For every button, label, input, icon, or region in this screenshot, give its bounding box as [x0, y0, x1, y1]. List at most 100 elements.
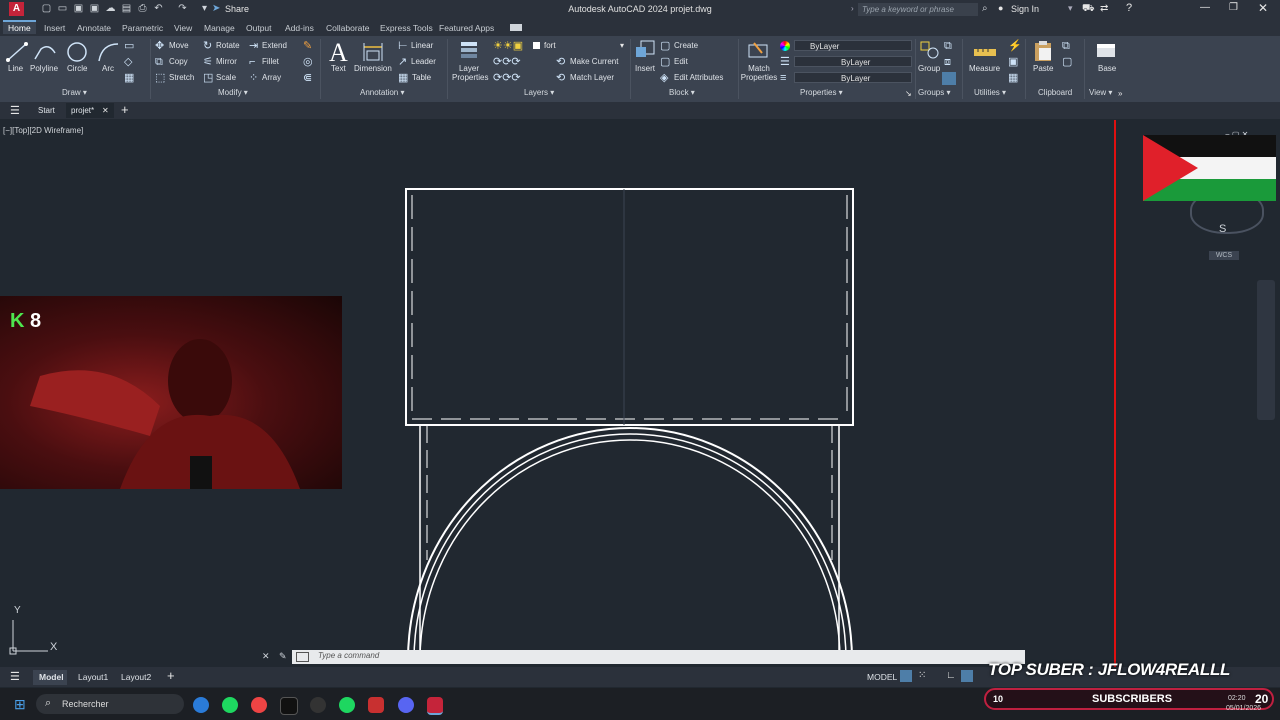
signin-dropdown-icon[interactable]: ▾	[1068, 3, 1073, 14]
wcs-menu[interactable]: WCS	[1209, 251, 1239, 260]
ungroup-icon[interactable]: ⧉	[944, 41, 952, 52]
insert-block-icon[interactable]	[633, 39, 657, 61]
layout-tab-layout1[interactable]: Layout1	[78, 672, 108, 682]
windows-start-icon[interactable]: ⊞	[14, 696, 26, 713]
extend-button[interactable]: Extend	[262, 41, 287, 50]
tab-view[interactable]: View	[174, 23, 192, 33]
chevron-right-icon[interactable]: ›	[851, 4, 854, 13]
command-line-input[interactable]	[292, 650, 1025, 664]
stretch-button[interactable]: Stretch	[169, 73, 194, 82]
circle-icon[interactable]	[65, 41, 89, 63]
tab-insert[interactable]: Insert	[44, 23, 65, 33]
arc-icon[interactable]	[96, 41, 120, 63]
grid-toggle-icon[interactable]	[900, 670, 912, 682]
groups-panel-title[interactable]: Groups ▾	[918, 88, 950, 97]
circle-button[interactable]: Circle	[67, 64, 87, 73]
edit-attributes-button[interactable]: Edit Attributes	[674, 73, 723, 82]
model-space-button[interactable]: MODEL	[867, 672, 897, 682]
layers-panel-title[interactable]: Layers ▾	[524, 88, 554, 97]
table-button[interactable]: Table	[412, 73, 431, 82]
edit-button[interactable]: Edit	[674, 57, 688, 66]
layer-dropdown-arrow-icon[interactable]: ▾	[620, 41, 624, 50]
copy-button[interactable]: Copy	[169, 57, 188, 66]
make-current-button[interactable]: Make Current	[570, 57, 618, 66]
block-panel-title[interactable]: Block ▾	[669, 88, 695, 97]
erase-icon[interactable]: ✎	[303, 41, 312, 52]
restore-icon[interactable]: ❐	[1229, 2, 1238, 13]
autocad-taskbar-icon[interactable]	[427, 697, 443, 715]
sign-in-link[interactable]: Sign In	[1011, 4, 1039, 14]
properties-panel-title[interactable]: Properties ▾	[800, 88, 843, 97]
tab-parametric[interactable]: Parametric	[122, 23, 163, 33]
spotify-2-icon[interactable]	[339, 697, 355, 713]
close-icon[interactable]: ✕	[1258, 1, 1268, 15]
panel-overflow-icon[interactable]: »	[1118, 89, 1122, 98]
tab-featured-apps[interactable]: Featured Apps	[439, 23, 494, 33]
linetype-dropdown[interactable]: ByLayer	[794, 56, 912, 67]
tiktok-icon[interactable]	[280, 697, 298, 715]
create-button[interactable]: Create	[674, 41, 698, 50]
modify-panel-title[interactable]: Modify ▾	[218, 88, 248, 97]
tab-express-tools[interactable]: Express Tools	[380, 23, 433, 33]
menu-icon[interactable]: ☰	[10, 104, 20, 117]
measure-icon[interactable]	[972, 41, 996, 63]
layer-dropdown[interactable]: fort	[541, 40, 629, 51]
match-layer-button[interactable]: Match Layer	[570, 73, 614, 82]
polar-icon[interactable]	[961, 670, 973, 682]
streaming-app-icon[interactable]	[368, 697, 384, 713]
color-dropdown[interactable]: ByLayer	[794, 40, 912, 51]
measure-button[interactable]: Measure	[969, 64, 1000, 73]
app-icon[interactable]	[310, 697, 326, 713]
insert-button[interactable]: Insert	[635, 64, 655, 73]
new-tab-icon[interactable]: +	[121, 102, 129, 117]
text-button[interactable]: Text	[331, 64, 346, 73]
add-layout-icon[interactable]: +	[167, 668, 175, 683]
copy-clip-icon[interactable]: ⧉	[1062, 41, 1070, 52]
scale-button[interactable]: Scale	[216, 73, 236, 82]
clock-date[interactable]: 05/01/2026	[1226, 705, 1261, 712]
user-icon[interactable]: ●	[998, 3, 1003, 13]
view-panel-title[interactable]: View ▾	[1089, 88, 1112, 97]
navigation-bar[interactable]	[1257, 280, 1275, 420]
calculator-icon[interactable]: ▦	[1008, 73, 1018, 84]
layer-properties-button[interactable]: Layer Properties	[452, 64, 488, 82]
match-properties-icon[interactable]	[746, 39, 770, 61]
snap-icon[interactable]: ⁙	[918, 670, 926, 681]
group-icon[interactable]	[918, 39, 942, 61]
paste-icon[interactable]	[1031, 39, 1055, 61]
group-selection-icon[interactable]	[942, 72, 956, 85]
clock-time[interactable]: 02:20	[1228, 695, 1246, 702]
draw-panel-title[interactable]: Draw ▾	[62, 88, 87, 97]
discord-icon[interactable]	[398, 697, 414, 713]
tab-addins[interactable]: Add-ins	[285, 23, 314, 33]
file-tab-start[interactable]: Start	[38, 106, 55, 115]
line-button[interactable]: Line	[8, 64, 23, 73]
command-customize-icon[interactable]: ✎	[279, 651, 287, 662]
select-similar-icon[interactable]: ▣	[1008, 57, 1018, 68]
ribbon-toggle-icon[interactable]	[510, 24, 522, 31]
arc-button[interactable]: Arc	[102, 64, 114, 73]
layout-tab-model[interactable]: Model	[39, 672, 64, 682]
taskbar-search[interactable]	[36, 694, 184, 714]
rectangle-icon[interactable]: ▭	[124, 41, 134, 52]
array-button[interactable]: Array	[262, 73, 281, 82]
spotify-icon[interactable]	[222, 697, 238, 713]
polyline-button[interactable]: Polyline	[30, 64, 58, 73]
move-button[interactable]: Move	[169, 41, 189, 50]
cut-icon[interactable]: ▢	[1062, 57, 1072, 68]
tab-manage[interactable]: Manage	[204, 23, 235, 33]
help-icon[interactable]: ?	[1126, 2, 1132, 14]
explode-icon[interactable]: ◎	[303, 57, 313, 68]
line-icon[interactable]	[5, 41, 29, 63]
dimension-button[interactable]: Dimension	[354, 64, 392, 73]
lineweight-dropdown[interactable]: ByLayer	[794, 72, 912, 83]
minimize-icon[interactable]: —	[1200, 2, 1210, 13]
exchange-icon[interactable]: ⇄	[1100, 3, 1108, 14]
search-icon[interactable]: ⌕	[982, 3, 988, 14]
tab-annotate[interactable]: Annotate	[77, 23, 111, 33]
hatch-icon[interactable]: ◇	[124, 57, 132, 68]
close-tab-icon[interactable]: ✕	[102, 106, 109, 115]
linear-button[interactable]: Linear	[411, 41, 433, 50]
ortho-icon[interactable]: ∟	[946, 670, 956, 681]
match-properties-button[interactable]: Match Properties	[740, 64, 778, 82]
